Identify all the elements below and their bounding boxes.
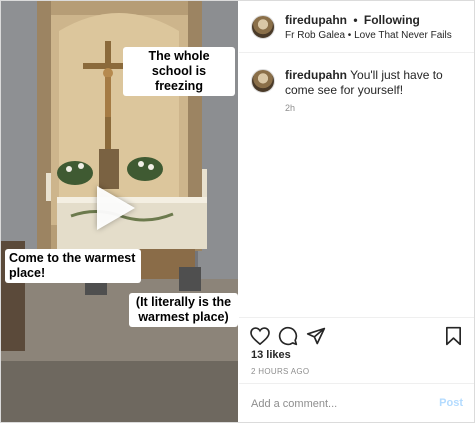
caption-comment: firedupahn You'll just have to come see …	[285, 68, 465, 98]
play-icon[interactable]	[97, 186, 135, 230]
post-header: firedupahn • Following Fr Rob Galea • Lo…	[239, 1, 474, 53]
video-caption-3: (It literally is the warmest place)	[129, 293, 238, 327]
video-caption-1: The whole school is freezing	[123, 47, 235, 96]
bookmark-icon[interactable]	[445, 326, 462, 346]
comment-timestamp[interactable]: 2h	[285, 103, 295, 113]
action-bar	[239, 317, 474, 352]
video-caption-2: Come to the warmest place!	[5, 249, 141, 283]
post-details-panel: firedupahn • Following Fr Rob Galea • Lo…	[239, 1, 474, 422]
heart-icon[interactable]	[250, 327, 270, 345]
following-button[interactable]: Following	[364, 13, 420, 27]
header-username[interactable]: firedupahn	[285, 13, 347, 27]
comment-avatar[interactable]	[251, 69, 275, 93]
add-comment-bar: Post	[239, 383, 474, 422]
audio-label[interactable]: Fr Rob Galea • Love That Never Fails	[285, 30, 452, 41]
instagram-post: The whole school is freezing Come to the…	[0, 0, 475, 423]
comment-username[interactable]: firedupahn	[285, 68, 347, 82]
video-player[interactable]: The whole school is freezing Come to the…	[1, 1, 238, 422]
post-button[interactable]: Post	[439, 397, 463, 409]
likes-count[interactable]: 13 likes	[251, 349, 291, 361]
comment-input[interactable]	[251, 395, 421, 413]
post-timestamp[interactable]: 2 HOURS AGO	[251, 367, 309, 376]
share-icon[interactable]	[306, 326, 326, 346]
header-separator: •	[353, 13, 358, 27]
comment-icon[interactable]	[278, 326, 298, 346]
avatar[interactable]	[251, 15, 275, 39]
